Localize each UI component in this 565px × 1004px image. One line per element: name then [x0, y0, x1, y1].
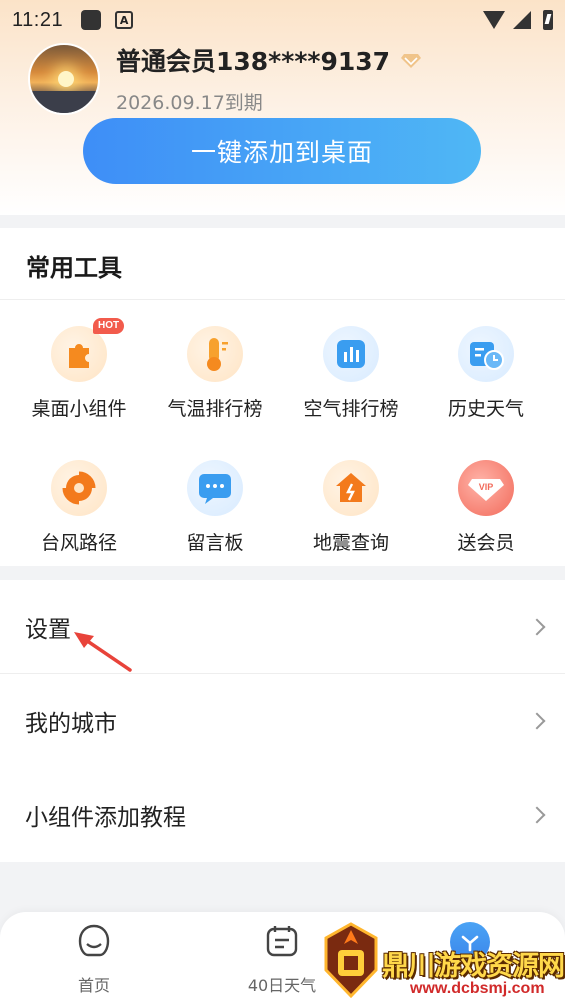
watermark-text: 鼎川游戏资源网: [382, 951, 565, 982]
divider: [0, 299, 565, 300]
signal-icon: [513, 11, 531, 29]
tool-label: 台风路径: [40, 532, 117, 554]
status-bar: 11:21 A: [0, 0, 565, 40]
wifi-icon: [483, 11, 505, 29]
thermometer-icon: [187, 326, 243, 382]
tool-typhoon-path[interactable]: 台风路径: [9, 460, 149, 555]
list-item-label: 小组件添加教程: [25, 805, 186, 831]
expire-date: 2026.09.17到期: [116, 92, 263, 114]
tool-message-board[interactable]: 留言板: [145, 460, 285, 555]
svg-text:VIP: VIP: [479, 482, 494, 492]
puzzle-icon: HOT: [51, 318, 125, 382]
vip-gift-icon: VIP: [458, 460, 514, 516]
calendar-icon: [266, 926, 298, 957]
tool-label: 地震查询: [312, 532, 389, 554]
watermark-emblem-icon: [324, 922, 378, 999]
settings-list: 设置 我的城市 小组件添加教程: [0, 580, 565, 862]
tool-earthquake[interactable]: 地震查询: [281, 460, 421, 555]
diamond-icon[interactable]: [400, 49, 422, 71]
list-item-label: 我的城市: [25, 711, 117, 737]
member-name: 普通会员138****9137: [116, 47, 391, 76]
tool-label: 送会员: [457, 532, 515, 554]
tool-label: 桌面小组件: [31, 398, 127, 420]
list-item-widget-tutorial[interactable]: 小组件添加教程: [0, 768, 565, 862]
nav-label: 首页: [77, 976, 110, 995]
tools-title: 常用工具: [26, 254, 122, 282]
earthquake-icon: [323, 460, 379, 516]
tool-gift-vip[interactable]: VIP 送会员: [416, 460, 556, 555]
add-to-desktop-button[interactable]: 一键添加到桌面: [83, 118, 481, 184]
air-chart-icon: [323, 326, 379, 382]
message-board-icon: [187, 460, 243, 516]
avatar[interactable]: [28, 42, 100, 115]
tool-label: 留言板: [186, 532, 244, 554]
watermark-url: www.dcbsmj.com: [410, 980, 545, 997]
chevron-right-icon: [528, 806, 546, 824]
notification-square-icon: [81, 10, 102, 30]
common-tools-card: 常用工具 HOT 桌面小组件 气温排行榜 空气排行榜 历史天气 台风路径 留言板…: [0, 228, 565, 566]
list-item-my-city[interactable]: 我的城市: [0, 674, 565, 768]
tool-history-weather[interactable]: 历史天气: [416, 326, 556, 421]
tool-label: 气温排行榜: [167, 398, 263, 420]
home-face-icon: [78, 924, 110, 957]
chevron-right-icon: [528, 712, 546, 730]
typhoon-icon: [51, 460, 107, 516]
tool-label: 历史天气: [447, 398, 524, 420]
profile-header[interactable]: 普通会员138****9137 2026.09.17到期: [28, 42, 422, 115]
a-badge-icon: A: [115, 11, 134, 29]
tool-temperature-rank[interactable]: 气温排行榜: [145, 326, 285, 421]
chevron-right-icon: [528, 618, 546, 636]
battery-charging-icon: [543, 10, 553, 30]
list-item-label: 设置: [25, 617, 71, 643]
status-time: 11:21: [12, 8, 64, 31]
watermark: 鼎川游戏资源网 www.dcbsmj.com: [318, 920, 565, 1004]
history-clock-icon: [458, 326, 514, 382]
tool-desktop-widget[interactable]: HOT 桌面小组件: [9, 318, 149, 421]
annotation-arrow-icon: [74, 632, 132, 672]
hot-badge: HOT: [93, 318, 125, 334]
tool-label: 空气排行榜: [303, 398, 399, 420]
nav-home[interactable]: 首页: [34, 922, 154, 996]
tool-air-rank[interactable]: 空气排行榜: [281, 326, 421, 421]
